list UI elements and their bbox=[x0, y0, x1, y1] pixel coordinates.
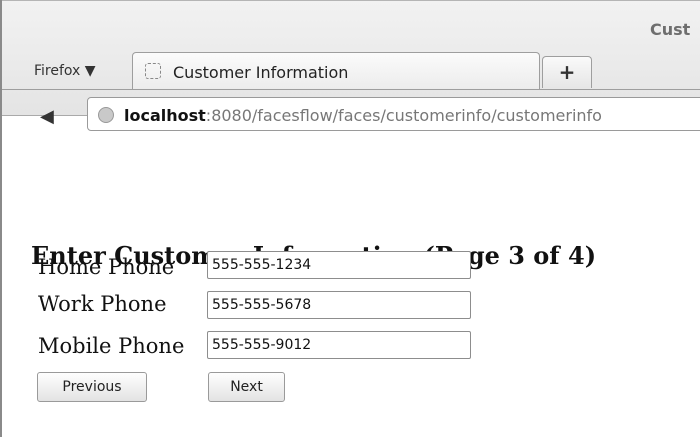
firefox-menu-button[interactable]: Firefox ▼ bbox=[34, 63, 96, 79]
url-host: localhost bbox=[124, 106, 206, 125]
mobile-phone-label: Mobile Phone bbox=[38, 334, 185, 358]
page-favicon-icon bbox=[145, 63, 161, 79]
tab-strip-divider bbox=[2, 89, 700, 90]
new-tab-button[interactable]: + bbox=[542, 56, 592, 88]
tab-title: Customer Information bbox=[173, 63, 349, 82]
browser-chrome: Cust Firefox ▼ Customer Information + ◀ … bbox=[2, 0, 700, 131]
title-bar: Cust bbox=[2, 0, 700, 45]
address-text[interactable]: localhost:8080/facesflow/faces/customeri… bbox=[124, 106, 602, 125]
home-phone-field[interactable] bbox=[207, 251, 471, 279]
work-phone-label: Work Phone bbox=[38, 292, 167, 316]
mobile-phone-field[interactable] bbox=[207, 331, 471, 359]
work-phone-field[interactable] bbox=[207, 291, 471, 319]
next-button[interactable]: Next bbox=[208, 372, 285, 402]
window-title: Cust bbox=[650, 20, 691, 39]
back-arrow-icon[interactable]: ◀ bbox=[40, 106, 54, 127]
previous-button[interactable]: Previous bbox=[37, 372, 147, 402]
url-path: :8080/facesflow/faces/customerinfo/custo… bbox=[205, 106, 602, 125]
tab-customer-information[interactable]: Customer Information bbox=[132, 52, 540, 90]
address-bar[interactable]: localhost:8080/facesflow/faces/customeri… bbox=[87, 97, 700, 131]
home-phone-label: Home Phone bbox=[38, 255, 175, 279]
globe-icon bbox=[98, 107, 114, 123]
browser-window: Cust Firefox ▼ Customer Information + ◀ … bbox=[0, 0, 700, 437]
